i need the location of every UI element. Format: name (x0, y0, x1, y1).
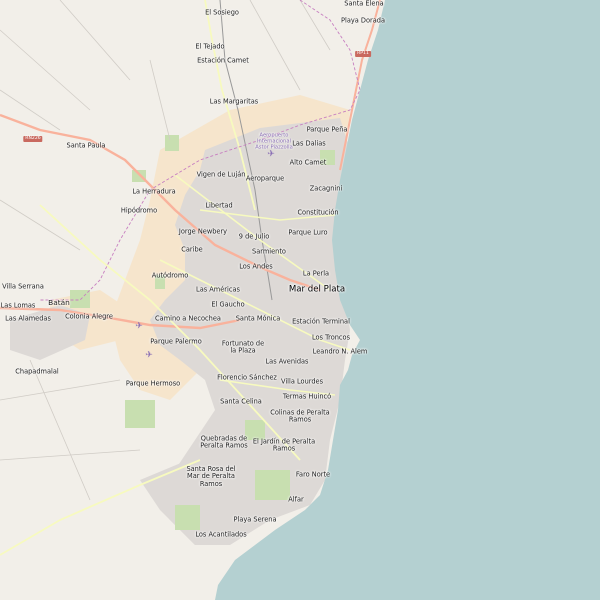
place-label-jorge-newbery[interactable]: Jorge Newbery (179, 227, 227, 235)
place-label-santa-paula[interactable]: Santa Paula (67, 141, 106, 149)
place-label-estacion-camet[interactable]: Estación Camet (197, 56, 249, 64)
place-label-las-avenidas[interactable]: Las Avenidas (265, 357, 308, 365)
airplane-icon[interactable]: ✈ (145, 351, 153, 361)
park-area (125, 400, 155, 428)
place-label-parque-hermoso[interactable]: Parque Hermoso (126, 379, 180, 387)
basemap (0, 0, 600, 600)
place-label-el-jardin-de-peralta-ramos[interactable]: El Jardín de Peralta Ramos (253, 438, 315, 454)
place-label-florencio-sanchez[interactable]: Florencio Sánchez (217, 373, 277, 381)
place-label-la-perla[interactable]: La Perla (303, 269, 329, 277)
place-label-playa-serena[interactable]: Playa Serena (234, 515, 277, 523)
airplane-icon[interactable]: ✈ (267, 150, 275, 160)
place-label-villa-lourdes[interactable]: Villa Lourdes (281, 377, 323, 385)
place-label-libertad[interactable]: Libertad (205, 201, 232, 209)
place-label-las-lomas[interactable]: Las Lomas (1, 301, 36, 309)
place-label-los-andes[interactable]: Los Andes (239, 262, 273, 270)
place-label-santa-monica[interactable]: Santa Mónica (236, 314, 281, 322)
place-label-constitucion[interactable]: Constitución (297, 208, 338, 216)
park-area (175, 505, 200, 530)
airplane-icon[interactable]: ✈ (135, 322, 143, 332)
place-label-caribe[interactable]: Caribe (181, 245, 202, 253)
place-label-alfar[interactable]: Alfar (288, 495, 303, 503)
place-label-vigen-de-lujan[interactable]: Vigen de Luján (197, 170, 246, 178)
place-label-santa-rosa-del-mar[interactable]: Santa Rosa del Mar de Peralta Ramos (186, 465, 235, 488)
place-label-el-tejado[interactable]: El Tejado (195, 42, 224, 50)
place-label-santa-elena[interactable]: Santa Elena (344, 0, 383, 7)
place-label-las-alamedas[interactable]: Las Alamedas (5, 314, 51, 322)
place-label-las-dalias[interactable]: Las Dalias (292, 139, 326, 147)
place-label-estacion-terminal[interactable]: Estación Terminal (292, 317, 350, 325)
place-label-quebradas-de-peralta-ramos[interactable]: Quebradas de Peralta Ramos (200, 435, 247, 451)
place-label-parque-palermo[interactable]: Parque Palermo (150, 337, 202, 345)
place-label-los-acantilados[interactable]: Los Acantilados (195, 530, 246, 538)
park-area (255, 470, 290, 500)
place-label-fortunato-de-la-plaza[interactable]: Fortunato de la Plaza (222, 340, 264, 356)
place-label-el-gaucho[interactable]: El Gaucho (211, 300, 244, 308)
place-label-villa-serrana[interactable]: Villa Serrana (2, 282, 44, 290)
place-label-aeroparque[interactable]: Aeroparque (246, 174, 284, 182)
place-label-chapadmalal[interactable]: Chapadmalal (15, 367, 58, 375)
place-label-faro-norte[interactable]: Faro Norte (296, 470, 330, 478)
place-label-camino-a-necochea[interactable]: Camino a Necochea (155, 314, 221, 322)
place-label-santa-celina[interactable]: Santa Celina (220, 397, 262, 405)
place-label-parque-luro[interactable]: Parque Luro (288, 228, 327, 236)
park-area (70, 290, 90, 308)
place-label-sarmiento[interactable]: Sarmiento (252, 247, 286, 255)
rn226-shield: RN226 (23, 136, 43, 142)
place-label-las-margaritas[interactable]: Las Margaritas (210, 97, 258, 105)
place-label-colinas-de-peralta-ramos[interactable]: Colinas de Peralta Ramos (270, 409, 329, 425)
place-label-playa-dorada[interactable]: Playa Dorada (341, 16, 385, 24)
place-label-hipodromo[interactable]: Hipódromo (121, 206, 157, 214)
place-label-zacagnini[interactable]: Zacagnini (310, 184, 342, 192)
place-label-colonia-alegre[interactable]: Colonia Alegre (65, 312, 113, 320)
place-label-alto-camet[interactable]: Alto Camet (290, 158, 327, 166)
place-label-batan[interactable]: Batán (48, 299, 70, 307)
place-label-termas-huinco[interactable]: Termas Huincó (283, 392, 331, 400)
place-label-9-de-julio[interactable]: 9 de Julio (239, 232, 269, 240)
place-label-parque-pena[interactable]: Parque Peña (307, 125, 348, 133)
place-label-leandro-n-alem[interactable]: Leandro N. Alem (313, 347, 368, 355)
place-label-mar-del-plata[interactable]: Mar del Plata (289, 284, 345, 294)
map-view[interactable]: ✈ ✈ ✈ RP11 RN226 Santa Elena El Sosiego … (0, 0, 600, 600)
place-label-la-herradura[interactable]: La Herradura (132, 187, 175, 195)
place-label-los-troncos[interactable]: Los Troncos (312, 333, 350, 341)
place-label-las-americas[interactable]: Las Américas (196, 285, 240, 293)
rp11-shield: RP11 (355, 51, 371, 57)
airport-label[interactable]: Aeropuerto Internacional Astor Piazzolla (255, 132, 293, 150)
place-label-el-sosiego[interactable]: El Sosiego (205, 8, 239, 16)
place-label-autodromo[interactable]: Autódromo (152, 271, 189, 279)
park-area (165, 135, 179, 151)
